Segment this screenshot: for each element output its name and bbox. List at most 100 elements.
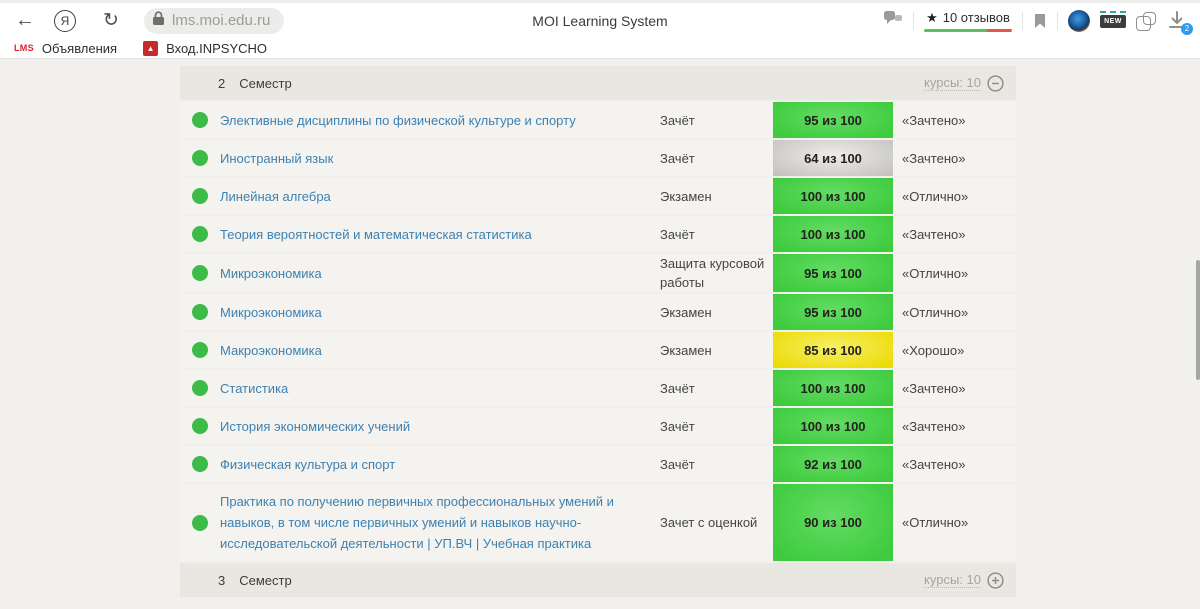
score-badge: 100 из 100	[773, 216, 893, 252]
course-row: Линейная алгебра Экзамен 100 из 100 «Отл…	[180, 178, 1016, 214]
course-row: Статистика Зачёт 100 из 100 «Зачтено»	[180, 370, 1016, 406]
green-dot-icon	[192, 304, 208, 320]
green-dot-icon	[192, 515, 208, 531]
grade-text: «Отлично»	[893, 515, 1016, 530]
bookmark-label: Объявления	[42, 41, 117, 56]
divider	[1057, 12, 1058, 30]
grade-text: «Зачтено»	[893, 151, 1016, 166]
bookmarks-bar: LMS Объявления ▲ Вход.INPSYCHO	[0, 38, 1200, 59]
reviews-count: 10 отзывов	[943, 10, 1010, 25]
browser-toolbar: MOI Learning System ← Я ↻ lms.moi.edu.ru…	[0, 0, 1200, 38]
grade-text: «Зачтено»	[893, 227, 1016, 242]
bookmark-inpsycho-login[interactable]: ▲ Вход.INPSYCHO	[143, 41, 267, 56]
green-dot-icon	[192, 150, 208, 166]
bookmark-announcements[interactable]: LMS Объявления	[14, 41, 117, 56]
course-link[interactable]: Физическая культура и спорт	[220, 447, 660, 482]
semester-number: 3	[218, 573, 225, 588]
collapse-semester-icon[interactable]	[987, 75, 1004, 92]
grade-text: «Хорошо»	[893, 343, 1016, 358]
bookmark-flag-icon[interactable]	[1033, 13, 1047, 29]
score-badge: 100 из 100	[773, 370, 893, 406]
course-row: Практика по получению первичных професси…	[180, 484, 1016, 561]
refresh-button[interactable]: ↻	[96, 6, 126, 36]
course-row: Элективные дисциплины по физической куль…	[180, 102, 1016, 138]
grade-text: «Отлично»	[893, 189, 1016, 204]
back-button[interactable]: ←	[10, 6, 40, 36]
course-link[interactable]: Иностранный язык	[220, 141, 660, 176]
courses-count-link[interactable]: курсы: 10	[924, 75, 981, 91]
grade-text: «Отлично»	[893, 305, 1016, 320]
divider	[1022, 12, 1023, 30]
course-status-dot	[180, 515, 220, 531]
assessment-type: Экзамен	[660, 303, 773, 322]
course-link[interactable]: Макроэкономика	[220, 333, 660, 368]
address-bar[interactable]: lms.moi.edu.ru	[144, 8, 284, 34]
course-link[interactable]: Элективные дисциплины по физической куль…	[220, 103, 660, 138]
course-link[interactable]: Практика по получению первичных професси…	[220, 484, 660, 561]
green-dot-icon	[192, 265, 208, 281]
course-status-dot	[180, 304, 220, 320]
course-link[interactable]: Микроэкономика	[220, 295, 660, 330]
green-dot-icon	[192, 342, 208, 358]
score-badge: 100 из 100	[773, 408, 893, 444]
assessment-type: Зачёт	[660, 379, 773, 398]
score-badge: 64 из 100	[773, 140, 893, 176]
course-status-dot	[180, 342, 220, 358]
browser-window: { "browser": { "url": "lms.moi.edu.ru", …	[0, 0, 1200, 609]
bookmark-label: Вход.INPSYCHO	[166, 41, 267, 56]
grade-text: «Зачтено»	[893, 419, 1016, 434]
green-dot-icon	[192, 456, 208, 472]
assessment-type: Экзамен	[660, 341, 773, 360]
score-badge: 100 из 100	[773, 178, 893, 214]
green-dot-icon	[192, 418, 208, 434]
score-badge: 85 из 100	[773, 332, 893, 368]
page-scrollbar[interactable]	[1196, 260, 1200, 380]
course-link[interactable]: Микроэкономика	[220, 256, 660, 291]
profile-avatar[interactable]	[1068, 10, 1090, 32]
assessment-type: Зачёт	[660, 417, 773, 436]
course-row: Микроэкономика Экзамен 95 из 100 «Отличн…	[180, 294, 1016, 330]
assessment-type: Зачёт	[660, 111, 773, 130]
course-status-dot	[180, 265, 220, 281]
green-dot-icon	[192, 226, 208, 242]
star-icon: ★	[926, 10, 938, 26]
toolbar-extensions: ★ 10 отзывов NEW 2	[875, 9, 1190, 33]
green-dot-icon	[192, 188, 208, 204]
tabs-icon[interactable]	[1136, 12, 1156, 30]
lock-icon	[152, 11, 165, 31]
semester-3-header: 3 Семестр курсы: 10	[180, 563, 1016, 597]
grade-text: «Зачтено»	[893, 381, 1016, 396]
url-text: lms.moi.edu.ru	[172, 12, 270, 29]
courses-count-link[interactable]: курсы: 10	[924, 572, 981, 588]
course-status-dot	[180, 188, 220, 204]
course-link[interactable]: Линейная алгебра	[220, 179, 660, 214]
inpsycho-favicon: ▲	[143, 41, 158, 56]
course-status-dot	[180, 380, 220, 396]
course-row: Микроэкономика Защита курсовой работы 95…	[180, 254, 1016, 292]
course-status-dot	[180, 418, 220, 434]
yandex-home-icon[interactable]: Я	[54, 10, 76, 32]
course-link[interactable]: История экономических учений	[220, 409, 660, 444]
course-status-dot	[180, 112, 220, 128]
lms-favicon: LMS	[14, 43, 34, 53]
course-row: Макроэкономика Экзамен 85 из 100 «Хорошо…	[180, 332, 1016, 368]
assessment-type: Защита курсовой работы	[660, 254, 773, 292]
site-reviews-button[interactable]: ★ 10 отзывов	[924, 10, 1012, 32]
course-table-body: Элективные дисциплины по физической куль…	[180, 102, 1016, 561]
protect-icon[interactable]	[883, 9, 903, 32]
gradebook-table: 2 Семестр курсы: 10 Элективные дисциплин…	[180, 66, 1016, 599]
expand-semester-icon[interactable]	[987, 572, 1004, 589]
score-badge: 95 из 100	[773, 102, 893, 138]
green-dot-icon	[192, 380, 208, 396]
course-link[interactable]: Статистика	[220, 371, 660, 406]
divider	[913, 12, 914, 30]
semester-2-header: 2 Семестр курсы: 10	[180, 66, 1016, 100]
download-button[interactable]: 2	[1166, 9, 1190, 33]
semester-title: Семестр	[239, 573, 291, 588]
grade-text: «Зачтено»	[893, 457, 1016, 472]
score-badge: 95 из 100	[773, 254, 893, 292]
semester-number: 2	[218, 76, 225, 91]
course-link[interactable]: Теория вероятностей и математическая ста…	[220, 217, 660, 252]
screenshot-new-icon[interactable]: NEW	[1100, 11, 1126, 31]
course-row: Иностранный язык Зачёт 64 из 100 «Зачтен…	[180, 140, 1016, 176]
